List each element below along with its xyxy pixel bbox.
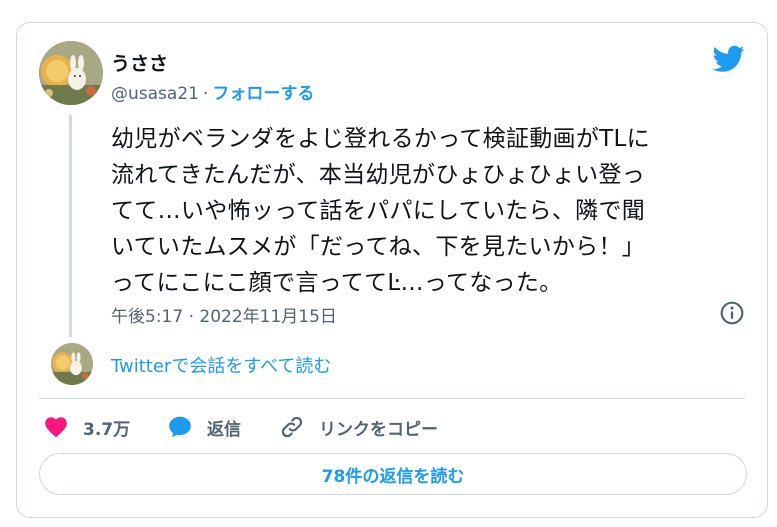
read-replies-button[interactable]: 78件の返信を読む <box>39 453 747 495</box>
thread-line <box>69 115 72 337</box>
author-handle-row: @usasa21 · フォローする <box>111 79 314 104</box>
follow-button[interactable]: フォローする <box>212 84 314 104</box>
reply-label: 返信 <box>207 419 241 440</box>
tweet-timestamp[interactable]: 午後5:17 · 2022年11月15日 <box>111 302 337 327</box>
author-name[interactable]: うささ <box>111 49 168 76</box>
like-button[interactable]: 3.7万 <box>43 412 130 442</box>
heart-icon <box>45 417 67 438</box>
avatar-illustration <box>51 343 93 385</box>
separator-dot: · <box>202 84 209 104</box>
like-count: 3.7万 <box>83 419 131 440</box>
reply-button[interactable]: 返信 <box>167 412 241 442</box>
avatar-illustration <box>39 41 103 105</box>
tweet-text: 幼児がベランダをよじ登れるかって検証動画がTLに 流れてきたんだが、本当幼児がひ… <box>111 126 650 296</box>
info-icon[interactable] <box>719 300 745 326</box>
link-icon <box>281 416 303 438</box>
divider <box>39 398 745 399</box>
conversation-avatar[interactable] <box>51 343 93 385</box>
twitter-bird-icon[interactable] <box>713 45 745 73</box>
copy-link-button[interactable]: リンクをコピー <box>279 412 438 442</box>
tweet-card: うささ @usasa21 · フォローする 幼児がベランダをよじ登れるかって検証動画… <box>16 22 768 518</box>
author-avatar[interactable] <box>39 41 103 105</box>
copy-link-label: リンクをコピー <box>319 419 438 440</box>
read-conversation-link[interactable]: Twitterで会話をすべて読む <box>111 352 331 378</box>
author-handle[interactable]: @usasa21 <box>111 84 199 104</box>
reply-bubble-icon <box>169 416 191 438</box>
